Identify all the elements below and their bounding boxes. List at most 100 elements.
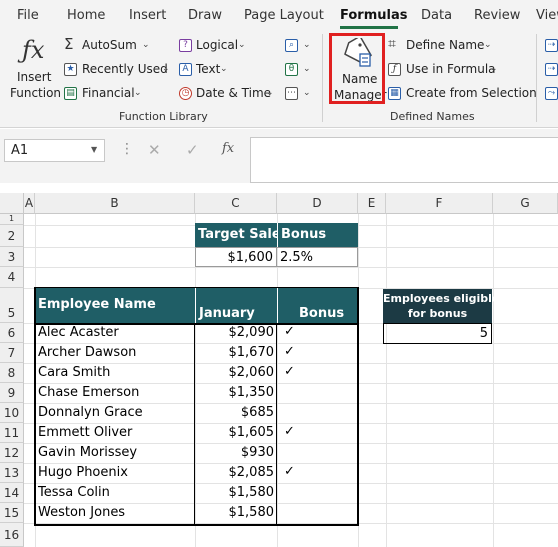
employee-name[interactable]: Emmett Oliver [38,425,132,440]
lookup-reference-button[interactable]: ⌕ ⌄ [285,37,315,55]
row-header[interactable]: 9 [0,383,24,403]
bonus-check[interactable]: ✓ [284,364,295,379]
target-sales-header[interactable]: Target Sales [195,223,288,247]
formula-input[interactable] [250,137,558,183]
select-all-corner[interactable] [0,193,24,214]
row-header[interactable]: 1 [0,214,24,225]
january-value[interactable]: $1,580 [195,485,275,500]
tab-home[interactable]: Home [67,8,105,23]
tab-draw[interactable]: Draw [188,8,222,23]
row-header[interactable]: 8 [0,363,24,383]
row-header[interactable]: 5 [0,288,24,323]
name-box[interactable]: A1 ▼ [4,139,105,162]
trace-precedents-icon[interactable]: ⇢ [545,39,558,52]
employee-name-header[interactable]: Employee Name [35,288,195,323]
more-functions-button[interactable]: ⋯ ⌄ [285,85,315,103]
tab-insert[interactable]: Insert [129,8,166,23]
recently-used-button[interactable]: ★ Recently Used ⌄ [64,61,174,79]
gridline [24,267,558,268]
bonus-header[interactable]: Bonus [277,288,358,323]
insert-function-fx-icon[interactable]: fx [222,141,234,156]
january-value[interactable]: $2,060 [195,365,275,380]
define-name-button[interactable]: ⌗ Define Name ⌄ [388,36,498,55]
column-header-a[interactable]: A [24,193,35,214]
eligible-count-value[interactable]: 5 [383,323,492,344]
tab-view[interactable]: View [536,8,558,23]
employee-name[interactable]: Archer Dawson [38,345,136,360]
january-value[interactable]: $1,580 [195,505,275,520]
autosum-button[interactable]: Σ AutoSum ⌄ [64,35,174,55]
worksheet-grid[interactable]: A B C D E F G 1 2 3 4 5 6 7 8 9 10 11 12… [0,183,558,547]
row-header[interactable]: 6 [0,323,24,343]
logical-label: Logical [196,38,239,52]
row-header[interactable]: 16 [0,523,24,547]
name-box-value: A1 [11,143,29,158]
employee-name[interactable]: Cara Smith [38,365,110,380]
row-header[interactable]: 14 [0,483,24,503]
use-in-formula-button[interactable]: ƒ Use in Formula ⌄ [388,61,503,79]
row-header[interactable]: 7 [0,343,24,363]
employee-name[interactable]: Gavin Morissey [38,445,137,460]
grid-selection-icon: ▦ [388,87,401,100]
logical-button[interactable]: ? Logical ⌄ [179,37,269,55]
trace-dependents-icon[interactable]: ⇢ [545,63,558,76]
row-header[interactable]: 13 [0,463,24,483]
target-bonus-value[interactable]: 2.5% [277,247,358,267]
column-header-f[interactable]: F [386,193,493,214]
row-header[interactable]: 10 [0,403,24,423]
math-trig-button[interactable]: θ ⌄ [285,61,315,79]
financial-label: Financial [82,86,135,100]
text-button[interactable]: A Text ⌄ [179,61,269,79]
january-value[interactable]: $2,085 [195,465,275,480]
cancel-icon[interactable]: ✕ [148,141,161,159]
january-value[interactable]: $1,670 [195,345,275,360]
january-value[interactable]: $930 [195,445,274,460]
target-bonus-header[interactable]: Bonus [277,223,358,247]
employee-name[interactable]: Hugo Phoenix [38,465,128,480]
row-header[interactable]: 12 [0,443,24,463]
tab-data[interactable]: Data [421,8,452,23]
column-header-g[interactable]: G [493,193,558,214]
remove-arrows-icon[interactable]: ⤳ [545,87,558,100]
employee-name[interactable]: Alec Acaster [38,325,119,340]
row-header[interactable]: 4 [0,267,24,288]
chevron-down-icon: ⌄ [303,40,311,50]
row-header[interactable]: 3 [0,247,24,267]
tab-page-layout[interactable]: Page Layout [244,8,324,23]
employee-name[interactable]: Chase Emerson [38,385,139,400]
january-value[interactable]: $1,350 [195,385,275,400]
employee-name[interactable]: Weston Jones [38,505,125,520]
row-header[interactable]: 2 [0,225,24,247]
january-value[interactable]: $1,605 [195,425,275,440]
employee-name[interactable]: Tessa Colin [38,485,110,500]
enter-check-icon[interactable]: ✓ [186,141,199,159]
bonus-check[interactable]: ✓ [284,424,295,439]
create-from-selection-button[interactable]: ▦ Create from Selection [388,85,537,103]
bonus-check[interactable]: ✓ [284,324,295,339]
more-dots-icon: ⋯ [285,87,298,100]
column-header-e[interactable]: E [358,193,386,214]
question-icon: ? [179,39,192,52]
date-time-button[interactable]: ◷ Date & Time ⌄ [179,85,279,103]
tab-file[interactable]: File [17,8,39,23]
column-header-d[interactable]: D [277,193,358,214]
january-value[interactable]: $2,090 [195,325,275,340]
employee-name[interactable]: Donnalyn Grace [38,405,143,420]
magnifier-icon: ⌕ [285,39,298,52]
eligible-header[interactable]: Employees eligible for bonus [383,289,499,323]
january-value[interactable]: $685 [195,405,274,420]
january-header[interactable]: January [195,288,277,323]
tab-review[interactable]: Review [474,8,520,23]
column-header-b[interactable]: B [35,193,195,214]
row-header[interactable]: 15 [0,503,24,523]
chevron-down-icon: ⌄ [220,64,228,74]
target-sales-value[interactable]: $1,600 [195,247,277,267]
insert-function-button[interactable]: ƒx Insert Function [4,32,61,104]
bonus-check[interactable]: ✓ [284,464,295,479]
column-header-c[interactable]: C [195,193,277,214]
define-name-label: Define Name [406,38,485,52]
bonus-check[interactable]: ✓ [284,344,295,359]
tab-formulas[interactable]: Formulas [340,8,407,23]
financial-button[interactable]: ▤ Financial ⌄ [64,85,174,103]
row-header[interactable]: 11 [0,423,24,443]
